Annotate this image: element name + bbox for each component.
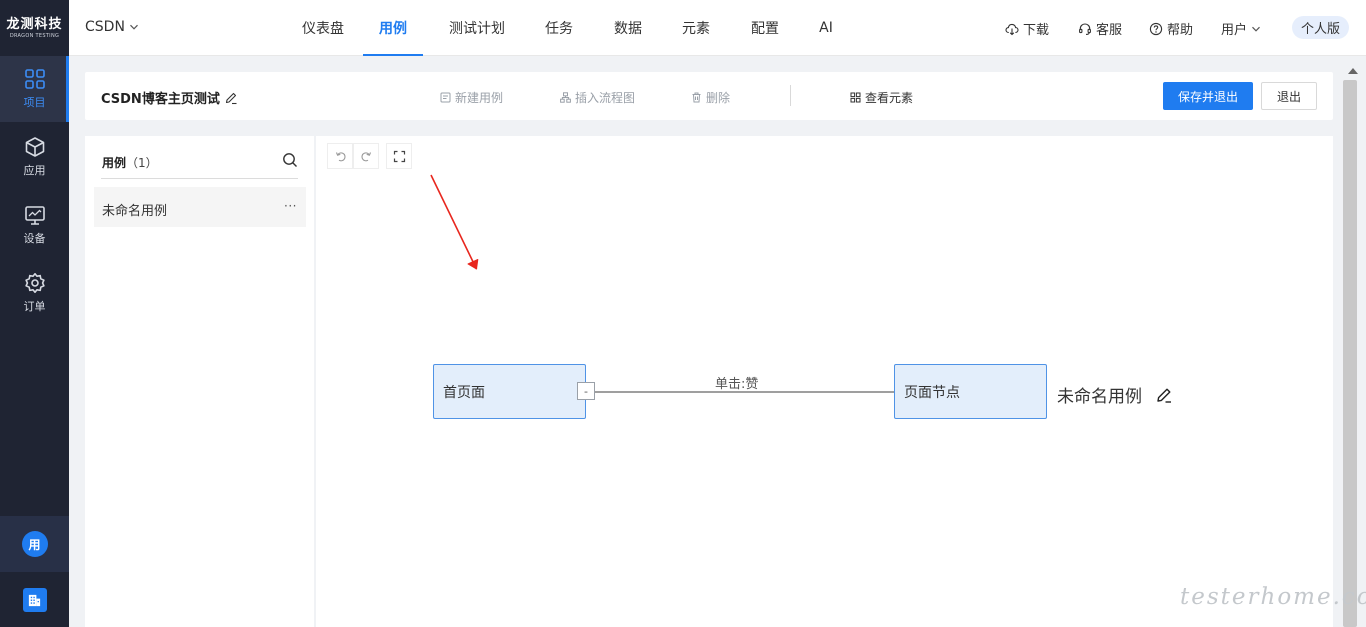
tab-tasks[interactable]: 任务 bbox=[531, 0, 587, 56]
exit-button[interactable]: 退出 bbox=[1261, 82, 1317, 110]
brand-tagline: DRAGON TESTING bbox=[9, 32, 60, 39]
left-nav: 龙测科技 DRAGON TESTING 项目 应用 设备 订单 用 bbox=[0, 0, 69, 627]
chevron-down-icon bbox=[129, 24, 138, 30]
chevron-down-icon bbox=[1252, 26, 1260, 32]
case-toolbar: CSDN博客主页测试 新建用例 插入流程图 删除 查看元素 保存并退出 退出 bbox=[85, 72, 1333, 120]
tab-data[interactable]: 数据 bbox=[587, 0, 669, 56]
user-menu-label: 用户 bbox=[1221, 23, 1248, 38]
tab-ai[interactable]: AI bbox=[807, 0, 845, 56]
insert-flow-button[interactable]: 插入流程图 bbox=[560, 89, 635, 106]
cube-icon bbox=[25, 137, 44, 157]
case-title-text: CSDN博客主页测试 bbox=[101, 92, 220, 107]
help-icon bbox=[1149, 22, 1163, 35]
edition-badge[interactable]: 个人版 bbox=[1292, 16, 1350, 39]
case-list-title: 用例（1） bbox=[102, 154, 158, 171]
nav-item-label: 订单 bbox=[23, 300, 46, 313]
view-elements-button[interactable]: 查看元素 bbox=[850, 89, 913, 106]
help-label: 帮助 bbox=[1167, 23, 1194, 38]
node-label: 页面节点 bbox=[904, 384, 960, 401]
org-button[interactable] bbox=[0, 572, 69, 627]
support-label: 客服 bbox=[1096, 23, 1123, 38]
tab-test-plans[interactable]: 测试计划 bbox=[423, 0, 531, 56]
edge-label[interactable]: 单击:赞 bbox=[715, 373, 758, 392]
grid-icon bbox=[850, 92, 861, 103]
support-link[interactable]: 客服 bbox=[1078, 19, 1122, 38]
delete-button[interactable]: 删除 bbox=[691, 89, 730, 106]
page-scrollbar[interactable] bbox=[1339, 56, 1366, 627]
trash-icon bbox=[692, 92, 701, 103]
flow-node-page-node[interactable]: 页面节点 bbox=[894, 364, 1047, 419]
nav-item-label: 设备 bbox=[23, 232, 46, 245]
case-list-item[interactable]: 未命名用例 ··· bbox=[94, 187, 306, 227]
brand-logo[interactable]: 龙测科技 DRAGON TESTING bbox=[0, 0, 69, 56]
gear-icon bbox=[24, 273, 45, 293]
new-file-icon bbox=[440, 92, 451, 103]
tab-dashboard[interactable]: 仪表盘 bbox=[283, 0, 363, 56]
top-bar: CSDN 仪表盘 用例 测试计划 任务 数据 元素 配置 AI 下载 客服 帮助… bbox=[69, 0, 1366, 56]
download-label: 下载 bbox=[1023, 23, 1050, 38]
more-options-icon[interactable]: ··· bbox=[284, 199, 297, 213]
scroll-up-arrow-icon[interactable] bbox=[1348, 68, 1358, 74]
brand-name: 龙测科技 bbox=[6, 16, 63, 32]
save-exit-button[interactable]: 保存并退出 bbox=[1163, 82, 1253, 110]
scrollbar-thumb[interactable] bbox=[1343, 80, 1357, 627]
flow-name-text: 未命名用例 bbox=[1057, 387, 1142, 407]
building-icon bbox=[22, 588, 47, 612]
delete-label: 删除 bbox=[706, 91, 731, 105]
help-link[interactable]: 帮助 bbox=[1149, 19, 1193, 38]
case-list-panel: 用例（1） 未命名用例 ··· bbox=[85, 136, 314, 627]
monitor-icon bbox=[24, 206, 45, 225]
node-label: 首页面 bbox=[443, 384, 485, 401]
project-name: CSDN bbox=[85, 19, 125, 35]
project-selector[interactable]: CSDN bbox=[85, 19, 139, 35]
flow-node-home-page[interactable]: 首页面 bbox=[433, 364, 586, 419]
flowchart-icon bbox=[560, 92, 571, 103]
annotation-arrow bbox=[430, 174, 479, 270]
view-elements-label: 查看元素 bbox=[865, 91, 914, 105]
user-avatar-button[interactable]: 用 bbox=[0, 516, 69, 572]
edit-icon[interactable] bbox=[224, 91, 238, 105]
toolbar-divider bbox=[790, 85, 791, 106]
insert-flow-label: 插入流程图 bbox=[575, 91, 636, 105]
nav-item-devices[interactable]: 设备 bbox=[0, 192, 69, 258]
grid-icon bbox=[24, 69, 45, 89]
case-count: （1） bbox=[126, 156, 158, 170]
tab-config[interactable]: 配置 bbox=[723, 0, 807, 56]
user-avatar: 用 bbox=[21, 531, 48, 557]
case-list-title-text: 用例 bbox=[102, 156, 127, 170]
nav-item-apps[interactable]: 应用 bbox=[0, 124, 69, 190]
download-link[interactable]: 下载 bbox=[1005, 19, 1049, 38]
cloud-download-icon bbox=[1005, 23, 1019, 35]
nav-item-orders[interactable]: 订单 bbox=[0, 260, 69, 326]
tab-elements[interactable]: 元素 bbox=[669, 0, 723, 56]
case-list-item-label: 未命名用例 bbox=[102, 204, 168, 219]
nav-item-label: 应用 bbox=[23, 164, 46, 177]
nav-item-label: 项目 bbox=[23, 96, 46, 109]
user-menu[interactable]: 用户 bbox=[1221, 19, 1261, 38]
case-list-header: 用例（1） bbox=[101, 152, 298, 179]
nav-item-projects[interactable]: 项目 bbox=[0, 56, 69, 122]
flow-canvas[interactable]: 首页面 - 单击:赞 页面节点 未命名用例 bbox=[316, 136, 1333, 627]
search-icon[interactable] bbox=[282, 152, 298, 168]
tab-cases[interactable]: 用例 bbox=[363, 0, 423, 56]
main-tabs: 仪表盘 用例 测试计划 任务 数据 元素 配置 AI bbox=[283, 0, 845, 56]
case-title: CSDN博客主页测试 bbox=[101, 88, 238, 107]
new-case-button[interactable]: 新建用例 bbox=[440, 89, 503, 106]
edit-icon[interactable] bbox=[1155, 386, 1173, 404]
watermark: testerhome.com bbox=[1180, 584, 1366, 610]
flow-name: 未命名用例 bbox=[1057, 382, 1173, 407]
collapse-toggle[interactable]: - bbox=[577, 382, 595, 400]
headset-icon bbox=[1079, 22, 1091, 35]
new-case-label: 新建用例 bbox=[455, 91, 504, 105]
